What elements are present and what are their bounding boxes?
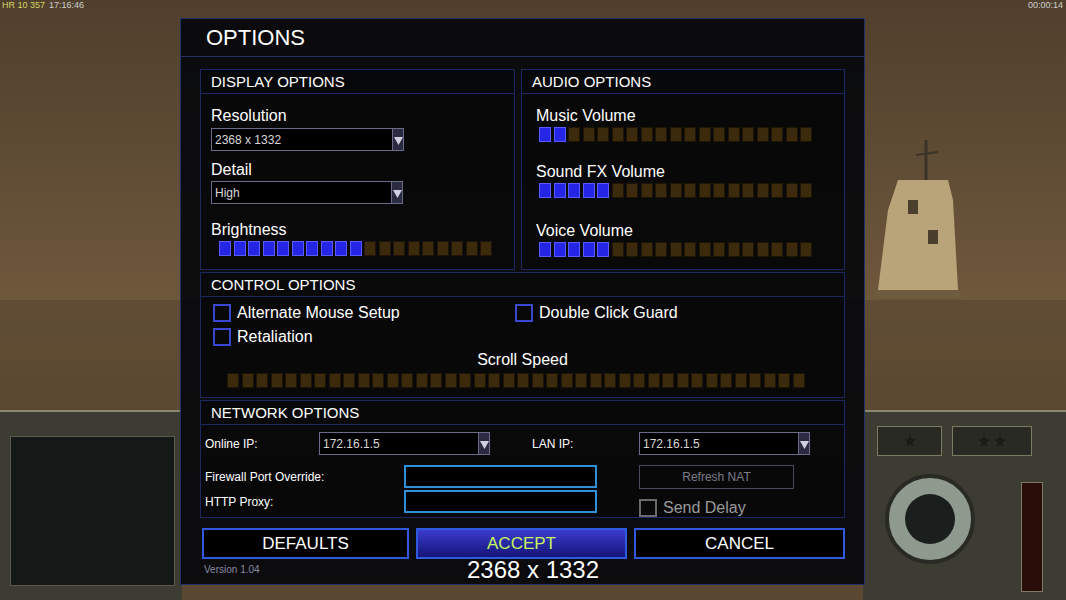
dropdown-button[interactable] (391, 182, 402, 203)
options-panel: CONTROL OPTIONS Alternate Mouse Setup Doub… (200, 272, 845, 398)
right-hud-panel (863, 410, 1066, 600)
checkbox[interactable] (213, 328, 231, 346)
refresh-nat-button[interactable]: Refresh NAT (639, 465, 794, 489)
dialog-button[interactable]: CANCEL (634, 528, 845, 559)
dropdown-button[interactable] (478, 433, 489, 454)
hud-stats: HR 10 357 (2, 0, 45, 11)
panel-title: DISPLAY OPTIONS (211, 73, 345, 91)
dropdown-button[interactable] (392, 129, 403, 150)
button-label: CANCEL (705, 534, 774, 554)
slider-track[interactable] (539, 127, 830, 142)
checkbox-row[interactable]: Retaliation (213, 328, 515, 346)
send-delay-label: Send Delay (663, 499, 746, 517)
checkbox-label: Alternate Mouse Setup (237, 304, 400, 322)
checkbox-label: Double Click Guard (539, 304, 678, 322)
panel-title: NETWORK OPTIONS (211, 404, 359, 422)
refresh-nat-label: Refresh NAT (682, 470, 750, 484)
options-panel: AUDIO OPTIONS Music Volume Sound FX Volume… (521, 69, 845, 270)
resolution-label: Resolution (211, 107, 504, 125)
volume-label: Music Volume (536, 107, 830, 125)
volume-label: Sound FX Volume (536, 163, 830, 181)
rank-star-icon (977, 434, 991, 448)
slider-track[interactable] (539, 183, 830, 198)
slider-track[interactable] (539, 242, 830, 257)
lan-ip-label: LAN IP: (532, 437, 639, 451)
resolution-overlay: 2368 x 1332 (467, 556, 599, 583)
slider-fill (539, 183, 612, 198)
http-proxy-label: HTTP Proxy: (205, 495, 404, 509)
checkbox[interactable] (213, 304, 231, 322)
slider-fill (539, 242, 612, 257)
dropdown-value: High (212, 186, 240, 200)
dialog-button[interactable]: DEFAULTS (202, 528, 409, 559)
volume-label: Voice Volume (536, 222, 830, 240)
radar (885, 474, 975, 564)
slider-fill (539, 127, 568, 142)
button-label: DEFAULTS (262, 534, 349, 554)
checkbox[interactable] (515, 304, 533, 322)
options-panel: NETWORK OPTIONSOnline IP:172.16.1.5LAN I… (200, 400, 845, 518)
checkbox[interactable] (639, 499, 657, 517)
options-dialog: OPTIONS DISPLAY OPTIONS Resolution 2368 x 1… (180, 18, 865, 585)
checkbox-row[interactable]: Double Click Guard (515, 304, 844, 322)
dialog-title: OPTIONS (206, 25, 305, 51)
dropdown-arrow-icon (393, 186, 402, 200)
dropdown-value: 2368 x 1332 (212, 133, 281, 147)
dropdown[interactable]: 172.16.1.5 (319, 432, 490, 455)
brightness-label: Brightness (211, 221, 504, 239)
send-delay-row[interactable]: Send Delay (639, 499, 794, 517)
checkbox-label: Retaliation (237, 328, 313, 346)
building (868, 140, 968, 300)
dropdown-arrow-icon (480, 437, 489, 451)
checkbox-row[interactable]: Alternate Mouse Setup (213, 304, 515, 322)
dropdown-button[interactable] (798, 433, 809, 454)
panel-title: CONTROL OPTIONS (211, 276, 355, 294)
slider-fill (219, 241, 364, 256)
dialog-button[interactable]: ACCEPT (416, 528, 627, 559)
dropdown[interactable]: 2368 x 1332 (211, 128, 404, 151)
dropdown-arrow-icon (394, 133, 403, 147)
scroll-speed-label: Scroll Speed (201, 351, 844, 369)
dropdown-value: 172.16.1.5 (320, 437, 380, 451)
slider-track[interactable] (219, 241, 504, 256)
firewall-port-input[interactable] (404, 465, 597, 488)
options-panel: DISPLAY OPTIONS Resolution 2368 x 1332 Deta… (200, 69, 515, 270)
detail-label: Detail (211, 161, 504, 179)
dropdown[interactable]: 172.16.1.5 (639, 432, 810, 455)
hud-clock: 17:16:46 (49, 0, 84, 11)
rank-star-icon (993, 434, 1007, 448)
button-label: ACCEPT (487, 534, 556, 554)
game-timer: 00:00:14 (1028, 0, 1063, 10)
dropdown[interactable]: High (211, 181, 403, 204)
online-ip-label: Online IP: (205, 437, 319, 451)
firewall-port-label: Firewall Port Override: (205, 470, 404, 484)
dropdown-value: 172.16.1.5 (640, 437, 700, 451)
power-meter (1021, 482, 1043, 592)
rank-star-icon (903, 434, 917, 448)
http-proxy-input[interactable] (404, 490, 597, 513)
panel-title: AUDIO OPTIONS (532, 73, 651, 91)
left-hud-panel (0, 410, 182, 600)
slider-track[interactable] (227, 373, 844, 388)
dropdown-arrow-icon (800, 437, 809, 451)
